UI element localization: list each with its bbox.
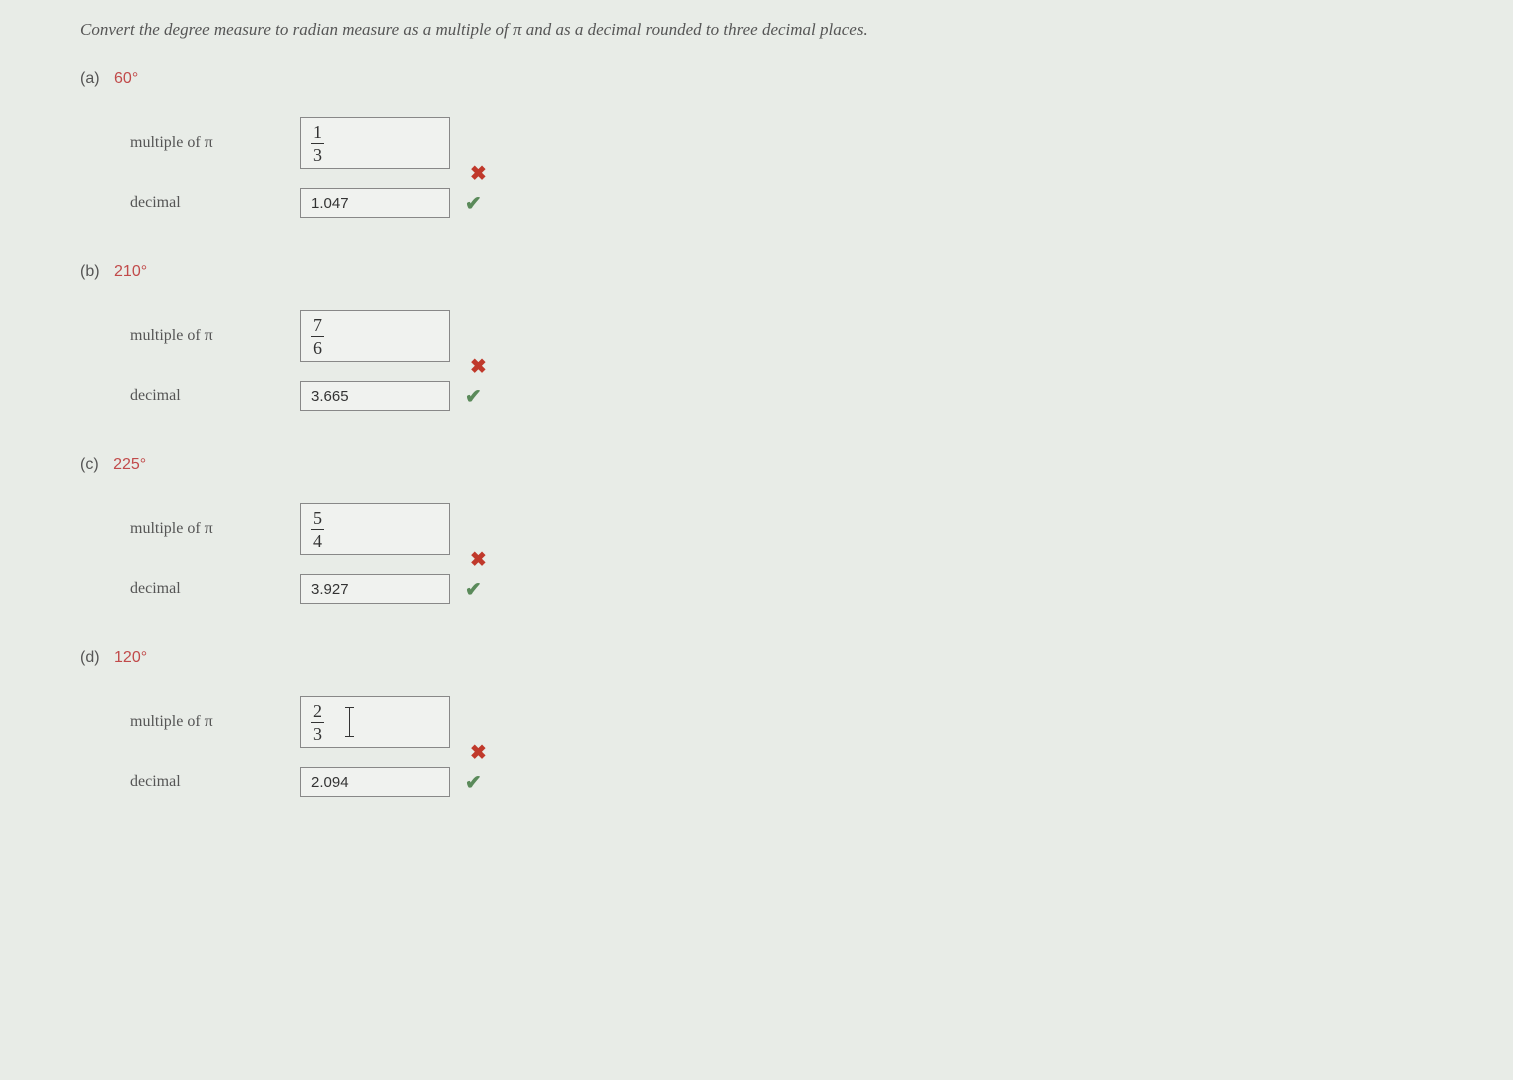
part-a-decimal-input[interactable]: 1.047 [300, 188, 450, 218]
fraction-numerator: 2 [311, 702, 324, 722]
instruction-text: Convert the degree measure to radian mea… [80, 20, 1513, 40]
part-d-letter: (d) [80, 649, 100, 666]
decimal-label: decimal [130, 194, 300, 212]
decimal-label: decimal [130, 773, 300, 791]
part-a: (a) 60° multiple of π 1 3 ✖ decimal 1.04… [80, 70, 1513, 233]
part-a-degree: 60° [114, 70, 138, 87]
part-c-multiple-row: multiple of π 5 4 ✖ [130, 499, 1513, 559]
part-a-letter: (a) [80, 70, 100, 87]
text-cursor-icon [349, 707, 350, 737]
multiple-label: multiple of π [130, 327, 300, 345]
part-c-header: (c) 225° [80, 456, 1513, 474]
part-d-multiple-row: multiple of π 2 3 ✖ [130, 692, 1513, 752]
part-a-multiple-input[interactable]: 1 3 [300, 117, 450, 169]
multiple-label: multiple of π [130, 713, 300, 731]
fraction-denominator: 4 [311, 529, 324, 550]
check-icon: ✔ [465, 770, 482, 795]
part-a-multiple-row: multiple of π 1 3 ✖ [130, 113, 1513, 173]
part-d-header: (d) 120° [80, 649, 1513, 667]
part-d-degree: 120° [114, 649, 147, 666]
fraction-denominator: 3 [311, 143, 324, 164]
decimal-value: 3.665 [311, 388, 349, 405]
part-b-header: (b) 210° [80, 263, 1513, 281]
part-c-multiple-input[interactable]: 5 4 [300, 503, 450, 555]
fraction-numerator: 1 [311, 123, 324, 143]
multiple-label: multiple of π [130, 134, 300, 152]
decimal-value: 1.047 [311, 195, 349, 212]
part-d-multiple-input[interactable]: 2 3 [300, 696, 450, 748]
multiple-label: multiple of π [130, 520, 300, 538]
part-d-decimal-row: decimal 2.094 ✔ [130, 752, 1513, 812]
part-b-decimal-row: decimal 3.665 ✔ [130, 366, 1513, 426]
part-c-decimal-input[interactable]: 3.927 [300, 574, 450, 604]
part-c-degree: 225° [113, 456, 146, 473]
check-icon: ✔ [465, 384, 482, 409]
part-d: (d) 120° multiple of π 2 3 ✖ decimal 2.0… [80, 649, 1513, 812]
fraction-display: 5 4 [311, 509, 324, 550]
part-a-decimal-row: decimal 1.047 ✔ [130, 173, 1513, 233]
part-b-degree: 210° [114, 263, 147, 280]
check-icon: ✔ [465, 191, 482, 216]
part-b-decimal-input[interactable]: 3.665 [300, 381, 450, 411]
fraction-display: 1 3 [311, 123, 324, 164]
part-a-header: (a) 60° [80, 70, 1513, 88]
decimal-value: 2.094 [311, 774, 349, 791]
part-c: (c) 225° multiple of π 5 4 ✖ decimal 3.9… [80, 456, 1513, 619]
decimal-label: decimal [130, 387, 300, 405]
part-d-decimal-input[interactable]: 2.094 [300, 767, 450, 797]
part-b: (b) 210° multiple of π 7 6 ✖ decimal 3.6… [80, 263, 1513, 426]
part-b-letter: (b) [80, 263, 100, 280]
part-c-letter: (c) [80, 456, 99, 473]
fraction-numerator: 7 [311, 316, 324, 336]
part-b-multiple-input[interactable]: 7 6 [300, 310, 450, 362]
part-b-multiple-row: multiple of π 7 6 ✖ [130, 306, 1513, 366]
decimal-label: decimal [130, 580, 300, 598]
fraction-denominator: 3 [311, 722, 324, 743]
fraction-numerator: 5 [311, 509, 324, 529]
fraction-denominator: 6 [311, 336, 324, 357]
fraction-display: 7 6 [311, 316, 324, 357]
fraction-display: 2 3 [311, 702, 324, 743]
check-icon: ✔ [465, 577, 482, 602]
decimal-value: 3.927 [311, 581, 349, 598]
part-c-decimal-row: decimal 3.927 ✔ [130, 559, 1513, 619]
